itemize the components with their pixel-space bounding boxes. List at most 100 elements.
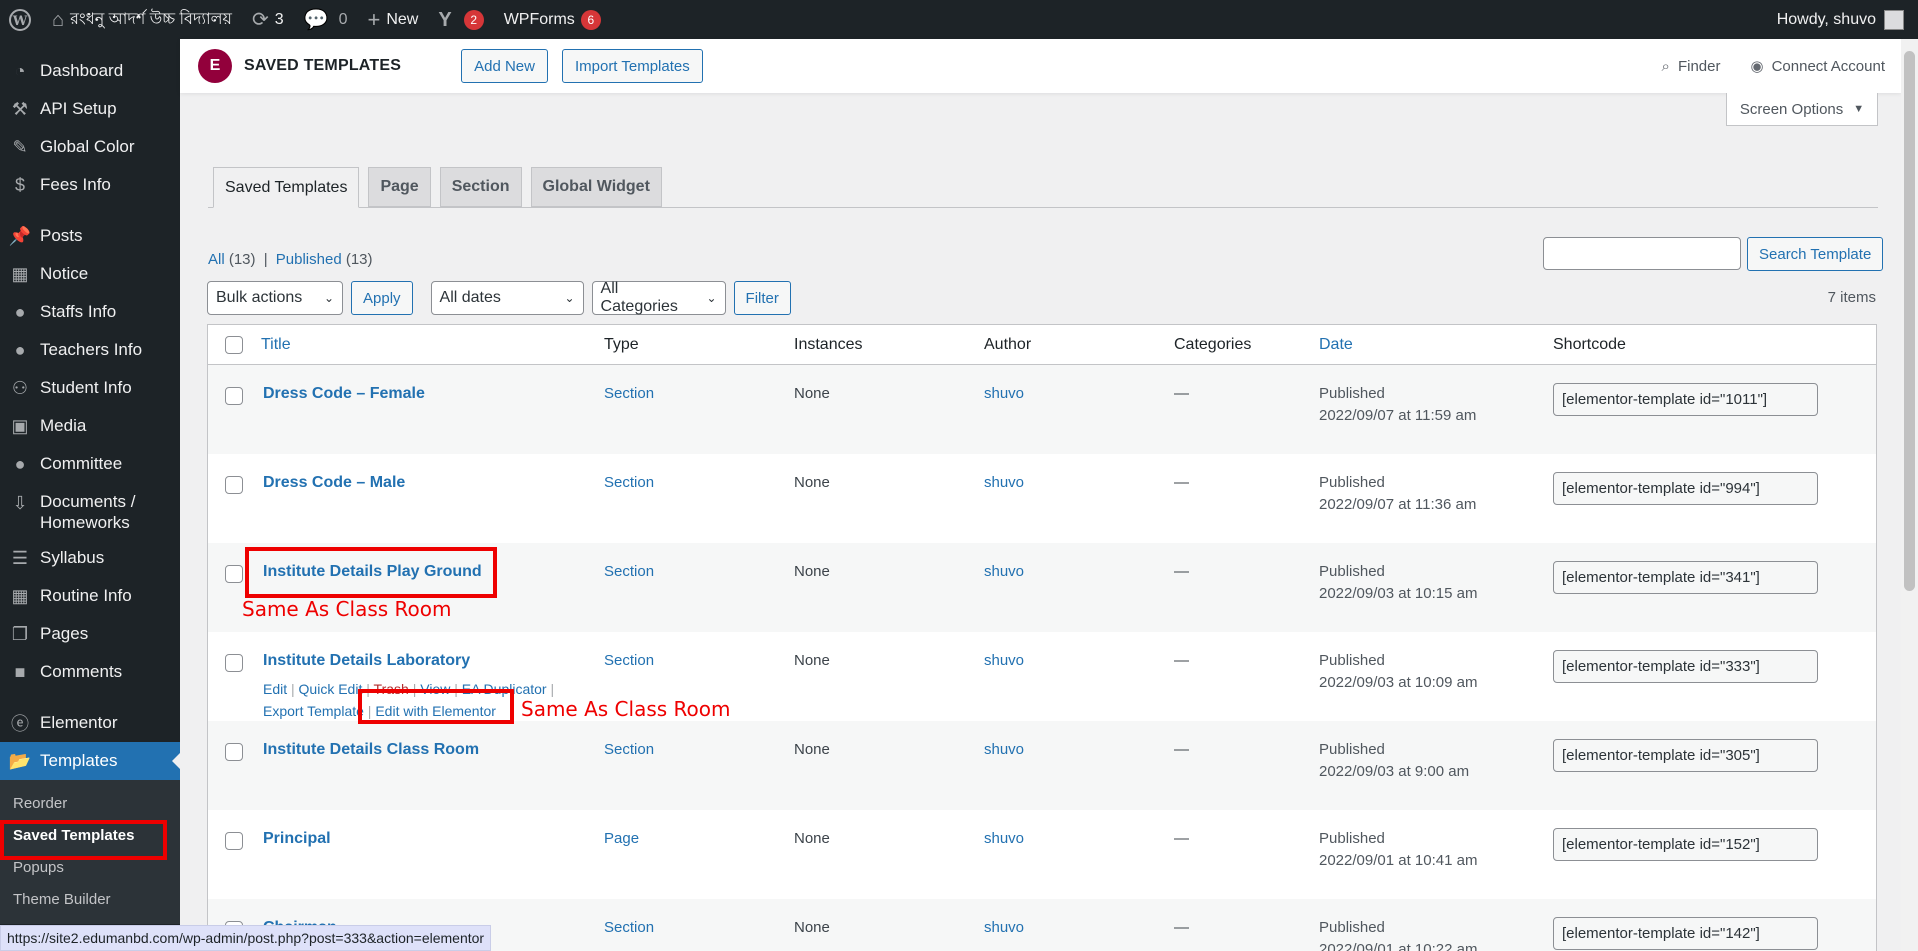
yoast-link[interactable]: Y 2 bbox=[428, 0, 493, 39]
sidebar-item-comments[interactable]: ■ Comments bbox=[0, 653, 180, 691]
search-template-button[interactable]: Search Template bbox=[1747, 237, 1884, 271]
row-shortcode-field[interactable]: [elementor-template id="1011"] bbox=[1553, 383, 1818, 416]
row-shortcode-field[interactable]: [elementor-template id="152"] bbox=[1553, 828, 1818, 861]
wordpress-logo-icon[interactable]: W bbox=[0, 0, 42, 39]
updates-link[interactable]: ⟳ 3 bbox=[242, 0, 294, 39]
row-author-link[interactable]: shuvo bbox=[984, 385, 1024, 402]
row-checkbox[interactable] bbox=[224, 832, 243, 850]
search-input[interactable] bbox=[1543, 237, 1741, 270]
row-checkbox[interactable] bbox=[224, 476, 243, 494]
sidebar-item-syllabus[interactable]: ☰ Syllabus bbox=[0, 539, 180, 577]
tab-page[interactable]: Page bbox=[368, 167, 431, 207]
bulk-actions-select[interactable]: Bulk actions ⌄ bbox=[207, 281, 343, 315]
row-status: Published bbox=[1319, 474, 1385, 491]
row-shortcode-field[interactable]: [elementor-template id="333"] bbox=[1553, 650, 1818, 683]
row-checkbox[interactable] bbox=[224, 387, 243, 405]
sidebar-item-global-color[interactable]: ✎ Global Color bbox=[0, 128, 180, 166]
import-templates-button[interactable]: Import Templates bbox=[561, 49, 703, 83]
tab-section[interactable]: Section bbox=[439, 167, 522, 207]
column-title[interactable]: Title bbox=[261, 336, 291, 353]
quick-edit-link[interactable]: Quick Edit bbox=[299, 681, 363, 697]
row-type-link[interactable]: Section bbox=[604, 563, 654, 580]
dates-select[interactable]: All dates ⌄ bbox=[430, 281, 584, 315]
sidebar-item-fees-info[interactable]: $ Fees Info bbox=[0, 166, 180, 204]
row-shortcode-field[interactable]: [elementor-template id="341"] bbox=[1553, 561, 1818, 594]
sidebar-item-routine-info[interactable]: ▦ Routine Info bbox=[0, 577, 180, 615]
export-template-link[interactable]: Export Template bbox=[263, 703, 364, 719]
view-all-link[interactable]: All (13) bbox=[208, 251, 256, 268]
sidebar-item-notice[interactable]: ▦ Notice bbox=[0, 255, 180, 293]
annotation-box-title bbox=[245, 547, 497, 598]
sidebar-item-posts[interactable]: 📌 Posts bbox=[0, 217, 180, 255]
wpforms-link[interactable]: WPForms 6 bbox=[494, 0, 611, 39]
screen-options-button[interactable]: Screen Options ▼ bbox=[1726, 93, 1878, 126]
row-status: Published bbox=[1319, 741, 1385, 758]
my-account-link[interactable]: Howdy, shuvo bbox=[1767, 0, 1918, 39]
row-type-link[interactable]: Section bbox=[604, 741, 654, 758]
tab-saved-templates[interactable]: Saved Templates bbox=[213, 167, 360, 208]
row-shortcode-field[interactable]: [elementor-template id="142"] bbox=[1553, 917, 1818, 950]
row-author-link[interactable]: shuvo bbox=[984, 474, 1024, 491]
row-title-link[interactable]: Institute Details Laboratory bbox=[263, 652, 470, 669]
row-checkbox[interactable] bbox=[224, 565, 243, 583]
categories-select[interactable]: All Categories ⌄ bbox=[591, 280, 726, 315]
row-type-link[interactable]: Section bbox=[604, 919, 654, 936]
column-shortcode: Shortcode bbox=[1553, 335, 1626, 353]
sidebar-item-teachers-info[interactable]: ● Teachers Info bbox=[0, 331, 180, 369]
site-name-link[interactable]: ⌂ রংধনু আদর্শ উচ্চ বিদ্যালয় bbox=[42, 0, 242, 39]
row-type-link[interactable]: Section bbox=[604, 385, 654, 402]
row-shortcode-field[interactable]: [elementor-template id="305"] bbox=[1553, 739, 1818, 772]
row-type-link[interactable]: Section bbox=[604, 474, 654, 491]
column-instances: Instances bbox=[794, 335, 863, 353]
comments-link[interactable]: 💬 0 bbox=[294, 0, 358, 39]
row-author-link[interactable]: shuvo bbox=[984, 741, 1024, 758]
sidebar-item-pages[interactable]: ❐ Pages bbox=[0, 615, 180, 653]
row-title-link[interactable]: Dress Code – Female bbox=[263, 385, 425, 402]
row-checkbox[interactable] bbox=[224, 654, 243, 672]
row-author-link[interactable]: shuvo bbox=[984, 830, 1024, 847]
row-author-link[interactable]: shuvo bbox=[984, 652, 1024, 669]
table-row: Dress Code – Male Section None shuvo — P… bbox=[208, 454, 1876, 543]
sidebar-item-elementor[interactable]: ⓔ Elementor bbox=[0, 704, 180, 742]
row-date: 2022/09/01 at 10:41 am bbox=[1319, 852, 1478, 869]
sidebar-item-media[interactable]: ▣ Media bbox=[0, 407, 180, 445]
connect-account-button[interactable]: ◉ Connect Account bbox=[1750, 57, 1885, 76]
row-author-link[interactable]: shuvo bbox=[984, 919, 1024, 936]
row-shortcode-field[interactable]: [elementor-template id="994"] bbox=[1553, 472, 1818, 505]
new-content-link[interactable]: + New bbox=[357, 0, 428, 39]
filter-button[interactable]: Filter bbox=[733, 281, 791, 315]
sidebar-item-dashboard[interactable]: ◔ Dashboard bbox=[0, 52, 180, 90]
sidebar-item-templates[interactable]: 📂 Templates bbox=[0, 742, 180, 780]
sidebar-item-student-info[interactable]: ⚇ Student Info bbox=[0, 369, 180, 407]
user-icon: ● bbox=[14, 339, 26, 360]
column-type: Type bbox=[604, 335, 639, 353]
view-published-link[interactable]: Published (13) bbox=[276, 251, 373, 268]
download-icon: ⇩ bbox=[12, 492, 28, 513]
sidebar-item-staffs-info[interactable]: ● Staffs Info bbox=[0, 293, 180, 331]
row-title-link[interactable]: Dress Code – Male bbox=[263, 474, 405, 491]
submenu-reorder[interactable]: Reorder bbox=[0, 788, 180, 820]
yoast-icon: Y bbox=[438, 8, 452, 31]
sidebar-item-documents[interactable]: ⇩ Documents / Homeworks bbox=[0, 483, 180, 539]
comment-icon: 💬 bbox=[303, 8, 329, 31]
row-author-link[interactable]: shuvo bbox=[984, 563, 1024, 580]
apply-button[interactable]: Apply bbox=[351, 281, 413, 315]
row-title-link[interactable]: Principal bbox=[263, 830, 331, 847]
row-type-link[interactable]: Page bbox=[604, 830, 639, 847]
row-checkbox[interactable] bbox=[224, 743, 243, 761]
row-status: Published bbox=[1319, 830, 1385, 847]
comment-icon: ■ bbox=[14, 661, 26, 682]
sidebar-item-api-setup[interactable]: ⚒ API Setup bbox=[0, 90, 180, 128]
page-scrollbar[interactable] bbox=[1901, 39, 1918, 951]
scrollbar-thumb[interactable] bbox=[1904, 51, 1915, 591]
edit-link[interactable]: Edit bbox=[263, 681, 287, 697]
row-type-link[interactable]: Section bbox=[604, 652, 654, 669]
finder-button[interactable]: ⌕ Finder bbox=[1662, 58, 1721, 75]
column-date[interactable]: Date bbox=[1319, 336, 1353, 353]
add-new-button[interactable]: Add New bbox=[461, 49, 548, 83]
select-all-checkbox[interactable] bbox=[224, 335, 243, 354]
sidebar-item-committee[interactable]: ● Committee bbox=[0, 445, 180, 483]
submenu-theme-builder[interactable]: Theme Builder bbox=[0, 884, 180, 916]
row-title-link[interactable]: Institute Details Class Room bbox=[263, 741, 479, 758]
tab-global-widget[interactable]: Global Widget bbox=[530, 167, 662, 207]
